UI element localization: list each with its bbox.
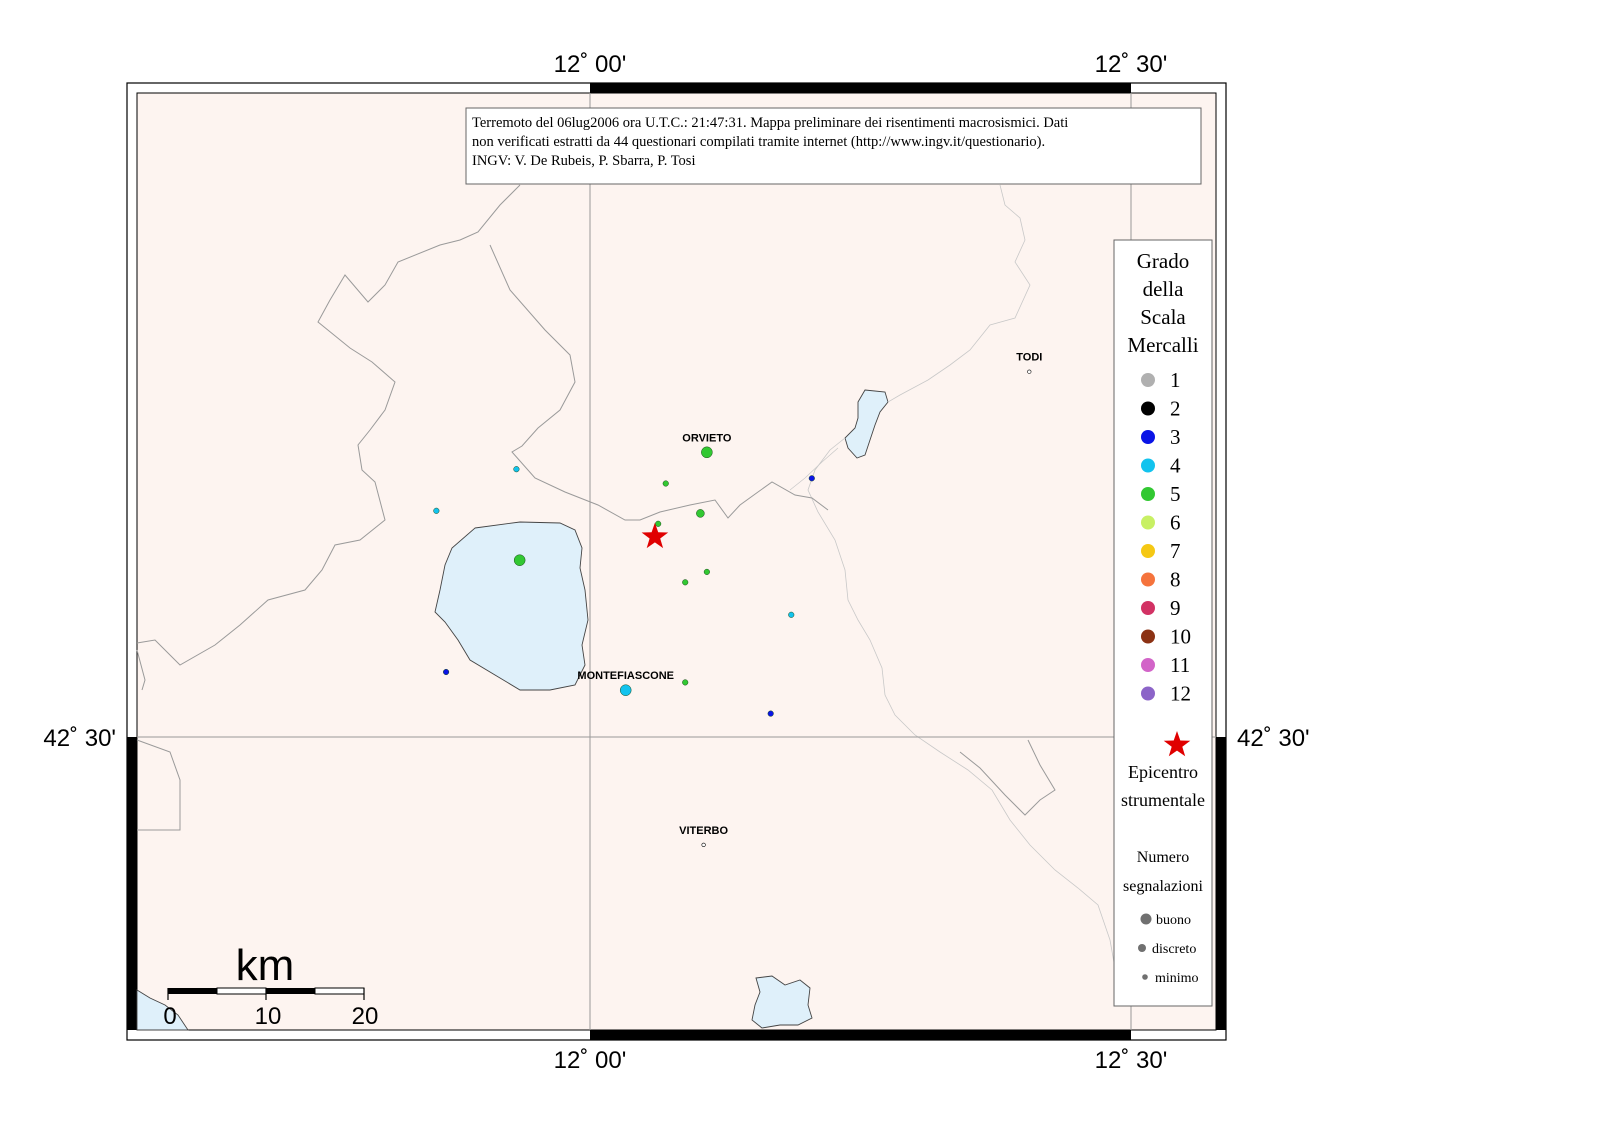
lon-label-top-right: 12˚ 30' — [1095, 51, 1168, 78]
legend-reports-title-1: Numero — [1137, 849, 1189, 866]
legend: Grado della Scala Mercalli 1234567891011… — [1113, 239, 1213, 1007]
legend-title-4: Mercalli — [1127, 333, 1198, 357]
legend-swatch — [1141, 373, 1155, 387]
legend-reports-title-2: segnalazioni — [1123, 878, 1204, 895]
legend-size-dot — [1140, 913, 1152, 925]
legend-swatch — [1141, 629, 1155, 644]
observation-point — [433, 507, 440, 514]
observation-point — [682, 679, 689, 686]
city-label: MONTEFIASCONE — [577, 670, 674, 682]
legend-class-label: 7 — [1170, 539, 1181, 563]
legend-size-label: discreto — [1152, 942, 1196, 957]
legend-swatch — [1141, 544, 1155, 558]
lon-label-bottom-left: 12˚ 00' — [554, 1047, 627, 1074]
lat-label-right: 42˚ 30' — [1237, 725, 1310, 752]
legend-size-label: minimo — [1155, 971, 1199, 986]
observation-point — [662, 480, 669, 487]
legend-title-1: Grado — [1137, 249, 1189, 273]
legend-swatch — [1141, 515, 1155, 530]
scale-tick-label-20: 20 — [352, 1003, 379, 1030]
lon-label-bottom-right: 12˚ 30' — [1095, 1047, 1168, 1074]
seismic-intensity-map: 12˚ 00' 12˚ 30' 12˚ 00' 12˚ 30' 42˚ 30' … — [43, 51, 1310, 1074]
observation-point — [808, 475, 815, 482]
legend-epicenter-label-1: Epicentro — [1128, 762, 1198, 782]
legend-swatch — [1141, 601, 1155, 615]
legend-swatch — [1141, 458, 1155, 473]
legend-title-3: Scala — [1140, 305, 1186, 329]
observation-point — [513, 554, 526, 566]
scale-segment-4 — [314, 987, 365, 995]
city-marker — [701, 842, 706, 848]
legend-class-label: 5 — [1170, 482, 1181, 506]
land-area — [136, 92, 1217, 1031]
legend-class-label: 4 — [1170, 454, 1181, 478]
legend-title-2: della — [1143, 277, 1184, 301]
legend-epicenter-label-2: strumentale — [1121, 790, 1205, 810]
legend-class-label: 10 — [1170, 625, 1191, 649]
scale-segment-3 — [266, 988, 315, 994]
info-line-1: Terremoto del 06lug2006 ora U.T.C.: 21:4… — [472, 115, 1068, 131]
scale-segment-2 — [216, 987, 267, 995]
legend-class-label: 3 — [1170, 425, 1181, 449]
city-label: VITERBO — [679, 825, 728, 837]
observation-point — [655, 520, 662, 527]
legend-size-dot — [1142, 974, 1148, 980]
observation-point — [703, 568, 710, 575]
legend-swatch — [1141, 658, 1155, 672]
info-line-2: non verificati estratti da 44 questionar… — [472, 134, 1045, 150]
lon-label-top-left: 12˚ 00' — [554, 51, 627, 78]
legend-swatch — [1141, 572, 1155, 587]
frame-bottom-thick — [590, 1030, 1131, 1040]
observation-point — [443, 668, 450, 676]
observation-point — [682, 579, 689, 586]
observation-point — [696, 509, 705, 518]
scale-segment-1 — [168, 988, 217, 994]
scale-tick-label-0: 0 — [163, 1003, 176, 1030]
legend-class-label: 8 — [1170, 568, 1181, 592]
city-label: ORVIETO — [682, 432, 732, 444]
legend-size-label: buono — [1156, 913, 1191, 928]
legend-swatch — [1141, 401, 1155, 416]
legend-class-label: 11 — [1170, 653, 1190, 677]
legend-class-label: 1 — [1170, 368, 1181, 392]
legend-swatch — [1141, 686, 1155, 701]
observation-point — [701, 446, 713, 459]
legend-class-label: 6 — [1170, 511, 1181, 535]
city-marker — [1027, 369, 1032, 374]
frame-left-thick — [127, 737, 137, 1030]
legend-class-label: 2 — [1170, 397, 1181, 421]
legend-class-label: 9 — [1170, 596, 1181, 620]
info-box: Terremoto del 06lug2006 ora U.T.C.: 21:4… — [465, 107, 1202, 185]
lake-vico — [751, 975, 813, 1029]
observation-point — [619, 684, 632, 696]
legend-size-dot — [1138, 944, 1146, 952]
legend-class-label: 12 — [1170, 682, 1191, 706]
observation-point — [767, 710, 774, 717]
scale-unit-label: km — [236, 941, 295, 990]
info-line-3: INGV: V. De Rubeis, P. Sbarra, P. Tosi — [472, 153, 695, 169]
scale-tick-label-10: 10 — [255, 1003, 282, 1030]
frame-right-thick — [1216, 737, 1226, 1030]
frame-top-thick — [590, 83, 1131, 93]
lat-label-left: 42˚ 30' — [43, 725, 116, 752]
legend-swatch — [1141, 430, 1155, 444]
city-label: TODI — [1016, 352, 1042, 364]
legend-swatch — [1141, 487, 1155, 501]
observation-point — [788, 611, 795, 618]
observation-point — [513, 466, 520, 473]
